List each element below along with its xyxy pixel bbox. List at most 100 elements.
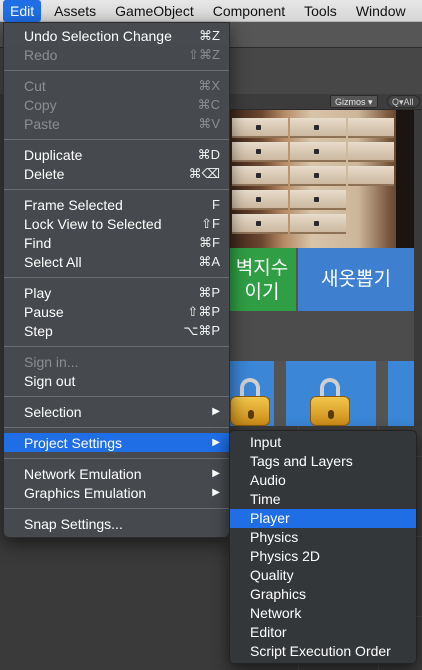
menu-tools[interactable]: Tools bbox=[294, 0, 346, 22]
menu-item-label: Find bbox=[24, 234, 52, 251]
submenu-arrow-icon: ▶ bbox=[212, 487, 220, 498]
lock-icon bbox=[310, 378, 350, 426]
submenu-arrow-icon: ▶ bbox=[212, 437, 220, 448]
item-tile[interactable] bbox=[388, 361, 414, 426]
menu-item-label: Selection bbox=[24, 403, 82, 420]
menu-edit[interactable]: Edit bbox=[3, 0, 42, 22]
menu-item-sign-out[interactable]: Sign out bbox=[4, 371, 229, 390]
submenu-item-graphics[interactable]: Graphics bbox=[230, 585, 416, 604]
menu-item-label: Sign out bbox=[24, 372, 76, 389]
menu-separator bbox=[4, 277, 229, 278]
menu-item-label: Play bbox=[24, 284, 52, 301]
menu-item-lock-view[interactable]: Lock View to Selected ⇧F bbox=[4, 214, 229, 233]
menu-item-label: Duplicate bbox=[24, 146, 83, 163]
dark-panel bbox=[396, 110, 414, 248]
submenu-item-physics-2d[interactable]: Physics 2D bbox=[230, 547, 416, 566]
submenu-arrow-icon: ▶ bbox=[212, 468, 220, 479]
menu-item-shortcut: ⌘X bbox=[198, 77, 220, 93]
submenu-arrow-icon: ▶ bbox=[212, 406, 220, 417]
menu-separator bbox=[4, 139, 229, 140]
menu-item-label: Frame Selected bbox=[24, 196, 123, 213]
menu-item-delete[interactable]: Delete ⌘⌫ bbox=[4, 164, 229, 183]
menu-item-paste: Paste ⌘V bbox=[4, 114, 229, 133]
menu-item-play[interactable]: Play ⌘P bbox=[4, 283, 229, 302]
menu-item-label: Snap Settings... bbox=[24, 515, 123, 532]
menu-item-label: Sign in... bbox=[24, 353, 79, 370]
menu-bar: Edit Assets GameObject Component Tools W… bbox=[0, 0, 422, 22]
menu-item-cut: Cut ⌘X bbox=[4, 76, 229, 95]
menu-item-copy: Copy ⌘C bbox=[4, 95, 229, 114]
menu-separator bbox=[4, 396, 229, 397]
menu-item-select-all[interactable]: Select All ⌘A bbox=[4, 252, 229, 271]
menu-component[interactable]: Component bbox=[203, 0, 294, 22]
menu-separator bbox=[4, 458, 229, 459]
menu-item-shortcut: ⇧⌘Z bbox=[188, 46, 220, 62]
menu-item-shortcut: ⌘D bbox=[197, 146, 220, 162]
menu-item-label: Graphics Emulation bbox=[24, 484, 147, 501]
submenu-item-quality[interactable]: Quality bbox=[230, 566, 416, 585]
submenu-item-editor[interactable]: Editor bbox=[230, 623, 416, 642]
lock-icon bbox=[230, 378, 270, 426]
menu-item-label: Copy bbox=[24, 96, 57, 113]
menu-item-shortcut: ⌘P bbox=[198, 284, 220, 300]
menu-item-shortcut: ⇧⌘P bbox=[187, 303, 220, 319]
menu-item-step[interactable]: Step ⌥⌘P bbox=[4, 321, 229, 340]
menu-item-network-emulation[interactable]: Network Emulation ▶ bbox=[4, 464, 229, 483]
menu-item-label: Paste bbox=[24, 115, 60, 132]
menu-separator bbox=[4, 427, 229, 428]
menu-item-graphics-emulation[interactable]: Graphics Emulation ▶ bbox=[4, 483, 229, 502]
menu-item-duplicate[interactable]: Duplicate ⌘D bbox=[4, 145, 229, 164]
submenu-item-audio[interactable]: Audio bbox=[230, 471, 416, 490]
drawer-column bbox=[348, 110, 394, 248]
green-button-line2: 이기 bbox=[244, 281, 280, 303]
menu-gameobject[interactable]: GameObject bbox=[105, 0, 203, 22]
menu-item-selection[interactable]: Selection ▶ bbox=[4, 402, 229, 421]
submenu-item-script-execution-order[interactable]: Script Execution Order bbox=[230, 642, 416, 661]
menu-item-shortcut: ⇧F bbox=[201, 215, 220, 231]
menu-item-shortcut: ⌘A bbox=[198, 253, 220, 269]
menu-item-project-settings[interactable]: Project Settings ▶ bbox=[4, 433, 229, 452]
draw-clothes-button[interactable]: 새옷뽑기 bbox=[298, 248, 414, 311]
menu-item-undo[interactable]: Undo Selection Change ⌘Z bbox=[4, 26, 229, 45]
menu-item-label: Undo Selection Change bbox=[24, 27, 172, 44]
submenu-item-physics[interactable]: Physics bbox=[230, 528, 416, 547]
menu-item-redo: Redo ⇧⌘Z bbox=[4, 45, 229, 64]
submenu-item-input[interactable]: Input bbox=[230, 433, 416, 452]
menu-item-sign-in: Sign in... bbox=[4, 352, 229, 371]
gizmos-dropdown[interactable]: Gizmos ▾ bbox=[330, 95, 378, 108]
submenu-item-time[interactable]: Time bbox=[230, 490, 416, 509]
menu-item-label: Select All bbox=[24, 253, 82, 270]
game-gray-band bbox=[228, 311, 414, 361]
menu-separator bbox=[4, 189, 229, 190]
edit-menu-dropdown: Undo Selection Change ⌘Z Redo ⇧⌘Z Cut ⌘X… bbox=[3, 22, 230, 538]
menu-item-shortcut: ⌘C bbox=[197, 96, 220, 112]
gizmos-label: Gizmos bbox=[335, 97, 366, 107]
menu-item-shortcut: ⌘V bbox=[198, 115, 220, 131]
menu-separator bbox=[4, 346, 229, 347]
menu-item-label: Cut bbox=[24, 77, 46, 94]
menu-window[interactable]: Window bbox=[346, 0, 415, 22]
menu-item-frame-selected[interactable]: Frame Selected F bbox=[4, 195, 229, 214]
menu-item-label: Step bbox=[24, 322, 53, 339]
menu-item-shortcut: ⌘⌫ bbox=[188, 165, 220, 181]
menu-item-find[interactable]: Find ⌘F bbox=[4, 233, 229, 252]
menu-item-shortcut: ⌘Z bbox=[199, 27, 220, 43]
drawer-column bbox=[232, 110, 288, 248]
green-game-button[interactable]: 벽지수 이기 bbox=[228, 248, 296, 311]
scene-search-input[interactable]: Q▾All bbox=[387, 95, 420, 108]
menu-item-label: Project Settings bbox=[24, 434, 123, 451]
submenu-item-player[interactable]: Player bbox=[230, 509, 416, 528]
chevron-down-icon: ▾ bbox=[368, 97, 373, 107]
menu-item-pause[interactable]: Pause ⇧⌘P bbox=[4, 302, 229, 321]
submenu-item-network[interactable]: Network bbox=[230, 604, 416, 623]
submenu-item-tags-and-layers[interactable]: Tags and Layers bbox=[230, 452, 416, 471]
drawer-column bbox=[290, 110, 346, 248]
menu-separator bbox=[4, 70, 229, 71]
menu-item-label: Redo bbox=[24, 46, 58, 63]
menu-item-snap-settings[interactable]: Snap Settings... bbox=[4, 514, 229, 533]
menu-item-shortcut: F bbox=[212, 197, 220, 212]
menu-separator bbox=[4, 508, 229, 509]
menu-item-shortcut: ⌥⌘P bbox=[183, 322, 220, 338]
menu-assets[interactable]: Assets bbox=[44, 0, 105, 22]
menu-item-label: Pause bbox=[24, 303, 64, 320]
